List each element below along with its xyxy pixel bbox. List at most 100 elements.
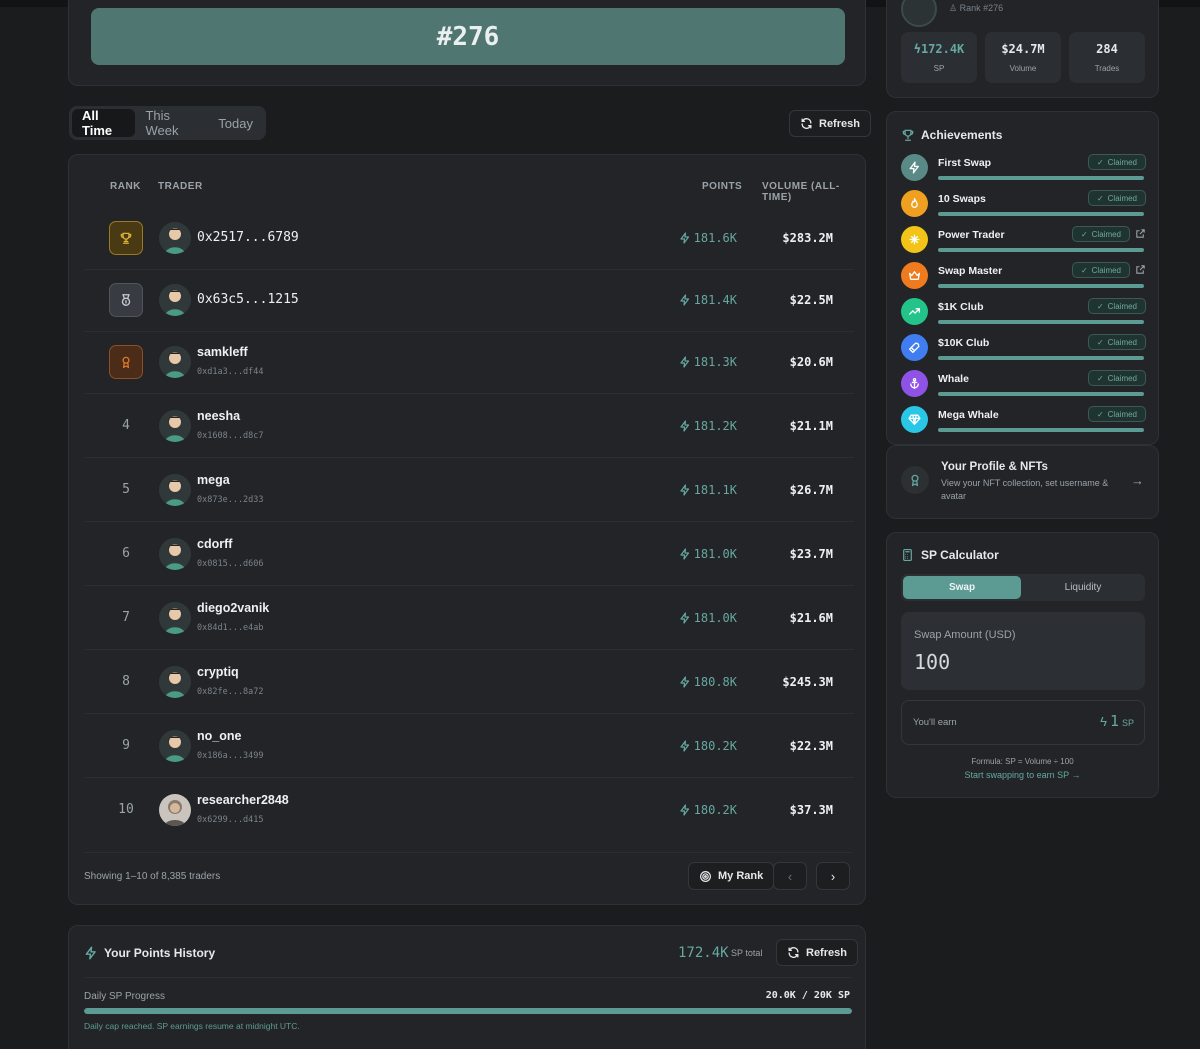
trader-address: 0x1608...d8c7 bbox=[197, 431, 264, 441]
my-rank-button[interactable]: My Rank bbox=[688, 862, 775, 890]
divider bbox=[84, 852, 852, 853]
swap-amount-input[interactable]: 100 bbox=[914, 650, 950, 674]
table-row[interactable]: 7 diego2vanik 0x84d1...e4ab 181.0K $21.6… bbox=[84, 586, 854, 650]
table-row[interactable]: samkleff 0xd1a3...df44 181.3K $20.6M bbox=[84, 330, 854, 394]
table-row[interactable]: 6 cdorff 0x0815...d606 181.0K $23.7M bbox=[84, 522, 854, 586]
award-icon: ♙ bbox=[949, 3, 958, 13]
avatar bbox=[159, 602, 191, 634]
lightning-icon: ϟ bbox=[1100, 714, 1107, 729]
table-row[interactable]: 0x63c5...1215 181.4K $22.5M bbox=[84, 268, 854, 332]
rank-number: 8 bbox=[122, 674, 130, 689]
table-row[interactable]: 0x2517...6789 181.6K $283.2M bbox=[84, 206, 854, 270]
lightning-icon bbox=[680, 232, 689, 244]
achievement-first-swap[interactable]: First Swap ✓ Claimed bbox=[901, 154, 1146, 190]
divider bbox=[84, 977, 852, 978]
arrow-right-icon: → bbox=[1131, 473, 1144, 488]
trader-name[interactable]: samkleff bbox=[197, 345, 248, 359]
trader-name[interactable]: 0x63c5...1215 bbox=[197, 268, 299, 332]
lightning-icon bbox=[680, 484, 689, 496]
table-row[interactable]: 8 cryptiq 0x82fe...8a72 180.8K $245.3M bbox=[84, 650, 854, 714]
external-link-icon[interactable] bbox=[1135, 228, 1146, 239]
trader-name[interactable]: diego2vanik bbox=[197, 601, 269, 615]
achievement-10-swaps[interactable]: 10 Swaps ✓ Claimed bbox=[901, 190, 1146, 226]
trader-name[interactable]: no_one bbox=[197, 729, 241, 743]
trader-name[interactable]: neesha bbox=[197, 409, 240, 423]
calculator-tabs: Swap Liquidity bbox=[901, 574, 1145, 601]
stat-value: 284 bbox=[1096, 42, 1118, 56]
achievement-power-trader[interactable]: Power Trader ✓ Claimed bbox=[901, 226, 1146, 262]
profile-stats-card: ♙ Rank #276 ϟ172.4K SP $24.7M Volume 284… bbox=[886, 0, 1159, 98]
table-row[interactable]: 4 neesha 0x1608...d8c7 181.2K $21.1M bbox=[84, 394, 854, 458]
stat-label: Volume bbox=[1009, 64, 1037, 73]
trader-address: 0xd1a3...df44 bbox=[197, 367, 264, 377]
swap-amount-field[interactable]: Swap Amount (USD) 100 bbox=[901, 612, 1145, 690]
start-swapping-link[interactable]: Start swapping to earn SP → bbox=[887, 770, 1158, 780]
achievement-mega-whale[interactable]: Mega Whale ✓ Claimed bbox=[901, 406, 1146, 442]
progress-track bbox=[84, 1008, 852, 1014]
achievement-progress bbox=[938, 320, 1144, 324]
stat-label: Trades bbox=[1094, 64, 1120, 73]
calculator-icon bbox=[903, 548, 912, 562]
volume-value: $26.7M bbox=[789, 483, 833, 497]
medal-icon bbox=[121, 294, 131, 306]
table-row[interactable]: 10 researcher2848 0x6299...d415 180.2K $… bbox=[84, 778, 854, 842]
sp-total-value: 172.4K bbox=[678, 945, 729, 961]
volume-value: $21.6M bbox=[789, 611, 833, 625]
profile-nfts-card[interactable]: Your Profile & NFTs View your NFT collec… bbox=[886, 445, 1159, 519]
claimed-badge: ✓ Claimed bbox=[1087, 190, 1146, 206]
trader-name[interactable]: researcher2848 bbox=[197, 793, 289, 807]
sp-total-suffix: SP total bbox=[731, 948, 763, 958]
table-row[interactable]: 5 mega 0x873e...2d33 181.1K $26.7M bbox=[84, 458, 854, 522]
claimed-badge: ✓ Claimed bbox=[1087, 370, 1146, 386]
trader-address: 0x84d1...e4ab bbox=[197, 623, 264, 633]
refresh-label: Refresh bbox=[806, 946, 847, 959]
stat-label: SP bbox=[933, 64, 945, 73]
achievement-progress bbox=[938, 284, 1144, 288]
points-history-card: Your Points History 172.4K SP total Refr… bbox=[68, 925, 866, 1049]
trophy-icon bbox=[902, 129, 914, 141]
trader-name[interactable]: cdorff bbox=[197, 537, 232, 551]
trader-name[interactable]: 0x2517...6789 bbox=[197, 206, 299, 270]
trader-address: 0x186a...3499 bbox=[197, 751, 264, 761]
external-link-icon[interactable] bbox=[1135, 264, 1146, 275]
lightning-icon bbox=[680, 420, 689, 432]
table-row[interactable]: 9 no_one 0x186a...3499 180.2K $22.3M bbox=[84, 714, 854, 778]
calculator-title: SP Calculator bbox=[921, 548, 999, 562]
stat-sp: ϟ172.4K SP bbox=[901, 32, 977, 83]
prev-page-button[interactable]: ‹ bbox=[773, 862, 807, 890]
trader-name[interactable]: cryptiq bbox=[197, 665, 239, 679]
next-page-button[interactable]: › bbox=[816, 862, 850, 890]
achievement-progress bbox=[938, 176, 1144, 180]
achievement-progress bbox=[938, 392, 1144, 396]
lightning-icon bbox=[680, 548, 689, 560]
tab-today[interactable]: Today bbox=[208, 109, 263, 137]
avatar bbox=[901, 0, 937, 27]
award-icon bbox=[122, 356, 130, 369]
sp-calculator-card: SP Calculator Swap Liquidity Swap Amount… bbox=[886, 532, 1159, 798]
tab-liquidity[interactable]: Liquidity bbox=[1023, 576, 1143, 599]
achievement-1k-club[interactable]: $1K Club ✓ Claimed bbox=[901, 298, 1146, 334]
tab-this-week[interactable]: This Week bbox=[135, 108, 208, 138]
trader-name[interactable]: mega bbox=[197, 473, 230, 487]
history-refresh-button[interactable]: Refresh bbox=[776, 939, 858, 966]
refresh-button[interactable]: Refresh bbox=[789, 110, 871, 137]
tab-swap[interactable]: Swap bbox=[903, 576, 1021, 599]
achievement-10k-club[interactable]: $10K Club ✓ Claimed bbox=[901, 334, 1146, 370]
achievement-whale[interactable]: Whale ✓ Claimed bbox=[901, 370, 1146, 406]
chevron-left-icon: ‹ bbox=[787, 868, 793, 884]
achievement-swap-master[interactable]: Swap Master ✓ Claimed bbox=[901, 262, 1146, 298]
achievement-progress bbox=[938, 248, 1144, 252]
achievement-name: $10K Club bbox=[938, 337, 990, 349]
target-icon bbox=[700, 870, 711, 882]
volume-value: $245.3M bbox=[782, 675, 833, 689]
profile-subtitle: View your NFT collection, set username &… bbox=[941, 478, 1109, 501]
avatar-photo bbox=[159, 794, 191, 826]
lightning-icon bbox=[680, 612, 689, 624]
avatar bbox=[159, 538, 191, 570]
points-value: 181.1K bbox=[679, 458, 737, 522]
avatar bbox=[159, 730, 191, 762]
avatar bbox=[159, 284, 191, 316]
tab-all-time[interactable]: All Time bbox=[72, 108, 136, 138]
award-icon bbox=[901, 466, 929, 494]
crown-icon bbox=[901, 262, 928, 289]
